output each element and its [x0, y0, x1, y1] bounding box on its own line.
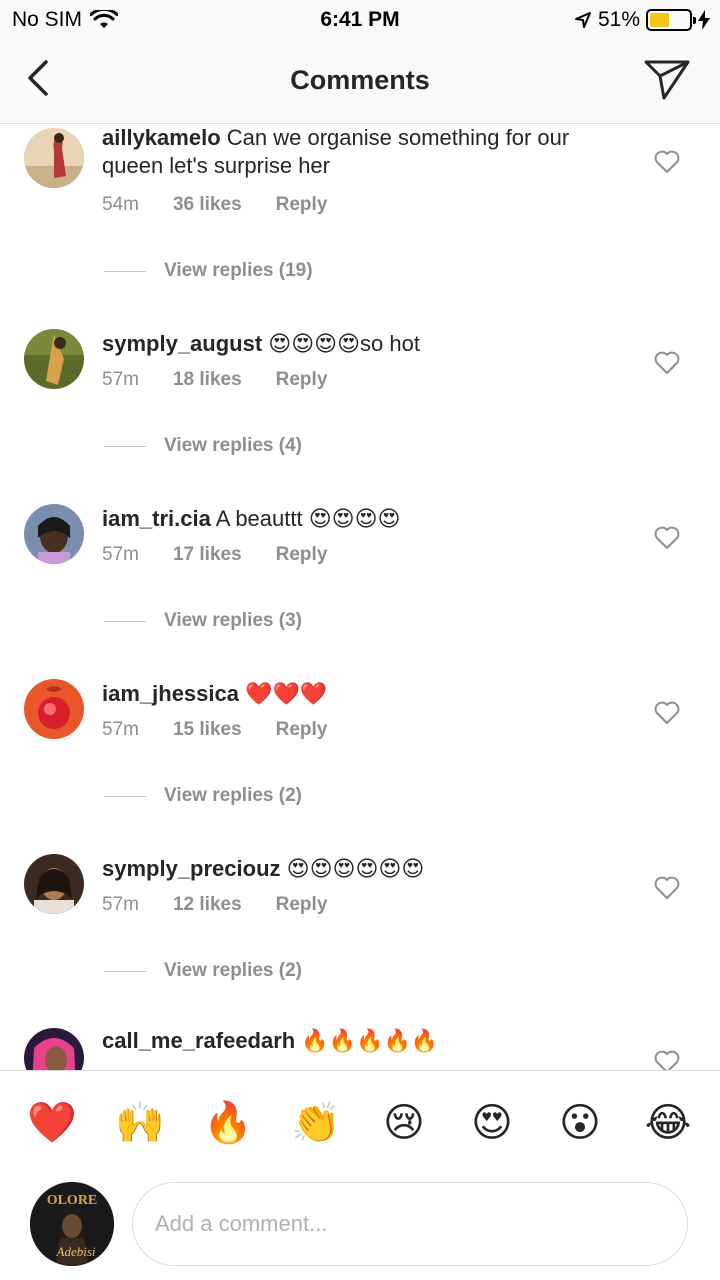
comment-text: iam_tri.cia A beauttt 😍😍😍😍 — [102, 505, 622, 533]
comment-message: ❤️❤️❤️ — [245, 681, 328, 706]
reply-button[interactable]: Reply — [276, 194, 328, 216]
view-replies-button[interactable]: View replies (4) — [104, 435, 302, 457]
view-replies-button[interactable]: View replies (3) — [104, 610, 302, 632]
page-title: Comments — [290, 65, 430, 95]
heart-icon[interactable] — [654, 1050, 680, 1070]
view-replies-label: View replies (2) — [164, 785, 302, 806]
comment-time: 57m — [102, 719, 139, 740]
view-replies-button[interactable]: View replies (2) — [104, 785, 302, 807]
battery-fill — [650, 13, 670, 27]
reply-button[interactable]: Reply — [276, 894, 328, 916]
heart-icon[interactable] — [654, 701, 680, 725]
comment-username[interactable]: call_me_rafeedarh — [102, 1028, 295, 1053]
avatar-signature-text: Adebisi — [56, 1244, 96, 1259]
comment-composer: OLORE Adebisi — [0, 1170, 720, 1280]
comment-likes[interactable]: 17 likes — [173, 544, 242, 566]
status-bar: No SIM 6:41 PM 51% — [0, 0, 720, 40]
comment-text: call_me_rafeedarh 🔥🔥🔥🔥🔥 — [102, 1027, 622, 1055]
paper-plane-icon — [644, 60, 690, 100]
emoji-raised-hands-button[interactable]: 🙌 — [112, 1099, 168, 1147]
heart-icon[interactable] — [654, 150, 680, 174]
emoji-clap-button[interactable]: 👏 — [288, 1099, 344, 1147]
view-replies-label: View replies (3) — [164, 610, 302, 631]
comment-username[interactable]: iam_jhessica — [102, 681, 239, 706]
emoji-crying-button[interactable]: 😢 — [376, 1099, 432, 1147]
replies-divider — [104, 445, 146, 447]
location-arrow-icon — [574, 12, 591, 28]
emoji-fire-button[interactable]: 🔥 — [200, 1099, 256, 1147]
comment-username[interactable]: symply_august — [102, 331, 262, 356]
battery-icon — [646, 9, 696, 31]
comment-message: A beauttt 😍😍😍😍 — [215, 506, 401, 531]
view-replies-button[interactable]: View replies (2) — [104, 960, 302, 982]
charging-bolt-icon — [698, 10, 710, 30]
comment-time: 54m — [102, 194, 139, 215]
comment-meta: 57m 18 likes Reply — [102, 369, 327, 391]
reply-button[interactable]: Reply — [276, 544, 328, 566]
avatar[interactable] — [24, 1028, 84, 1070]
comment-username[interactable]: symply_preciouz — [102, 856, 281, 881]
comment-text: aillykamelo Can we organise something fo… — [102, 124, 622, 180]
comment-time: 57m — [102, 369, 139, 390]
emoji-surprised-button[interactable]: 😮 — [552, 1099, 608, 1147]
comment-meta: 57m 17 likes Reply — [102, 544, 327, 566]
comment-username[interactable]: iam_tri.cia — [102, 506, 211, 531]
comment-message: 😍😍😍😍😍😍 — [286, 856, 425, 881]
replies-divider — [104, 270, 146, 272]
share-button[interactable] — [642, 56, 692, 102]
comment-username[interactable]: aillykamelo — [102, 125, 221, 150]
comment-meta: 54m 36 likes Reply — [102, 194, 327, 216]
replies-divider — [104, 970, 146, 972]
emoji-laughing-button[interactable]: 😂 — [640, 1099, 696, 1147]
comment-likes[interactable]: 15 likes — [173, 719, 242, 741]
comment-meta: 57m 15 likes Reply — [102, 719, 327, 741]
comment-text: iam_jhessica ❤️❤️❤️ — [102, 680, 622, 708]
emoji-heart-eyes-button[interactable]: 😍 — [464, 1099, 520, 1147]
avatar[interactable] — [24, 329, 84, 389]
view-replies-label: View replies (2) — [164, 960, 302, 981]
comment-text: symply_preciouz 😍😍😍😍😍😍 — [102, 855, 622, 883]
nav-bar: Comments — [0, 40, 720, 124]
comment-input[interactable] — [132, 1182, 688, 1266]
avatar-title-text: OLORE — [47, 1193, 98, 1208]
comment-message: 😍😍😍😍so hot — [268, 331, 420, 356]
reply-button[interactable]: Reply — [276, 369, 328, 391]
view-replies-label: View replies (4) — [164, 435, 302, 456]
status-right: 51% — [574, 8, 710, 32]
comment-time: 57m — [102, 544, 139, 565]
current-user-avatar[interactable]: OLORE Adebisi — [30, 1182, 114, 1266]
emoji-reaction-bar: ❤️ 🙌 🔥 👏 😢 😍 😮 😂 — [0, 1070, 720, 1170]
heart-icon[interactable] — [654, 526, 680, 550]
view-replies-button[interactable]: View replies (19) — [104, 260, 313, 282]
view-replies-label: View replies (19) — [164, 260, 313, 281]
comment-message: 🔥🔥🔥🔥🔥 — [301, 1028, 439, 1053]
heart-icon[interactable] — [654, 876, 680, 900]
comment-meta: 57m 12 likes Reply — [102, 894, 327, 916]
comments-list[interactable]: aillykamelo Can we organise something fo… — [0, 124, 720, 1070]
avatar[interactable] — [24, 128, 84, 188]
comment-likes[interactable]: 12 likes — [173, 894, 242, 916]
emoji-heart-button[interactable]: ❤️ — [24, 1099, 80, 1147]
battery-percent: 51% — [597, 8, 640, 31]
avatar[interactable] — [24, 679, 84, 739]
reply-button[interactable]: Reply — [276, 719, 328, 741]
heart-icon[interactable] — [654, 351, 680, 375]
comment-likes[interactable]: 36 likes — [173, 194, 242, 216]
replies-divider — [104, 795, 146, 797]
avatar[interactable] — [24, 504, 84, 564]
comment-likes[interactable]: 18 likes — [173, 369, 242, 391]
avatar[interactable] — [24, 854, 84, 914]
comment-text: symply_august 😍😍😍😍so hot — [102, 330, 622, 358]
replies-divider — [104, 620, 146, 622]
comment-time: 57m — [102, 894, 139, 915]
